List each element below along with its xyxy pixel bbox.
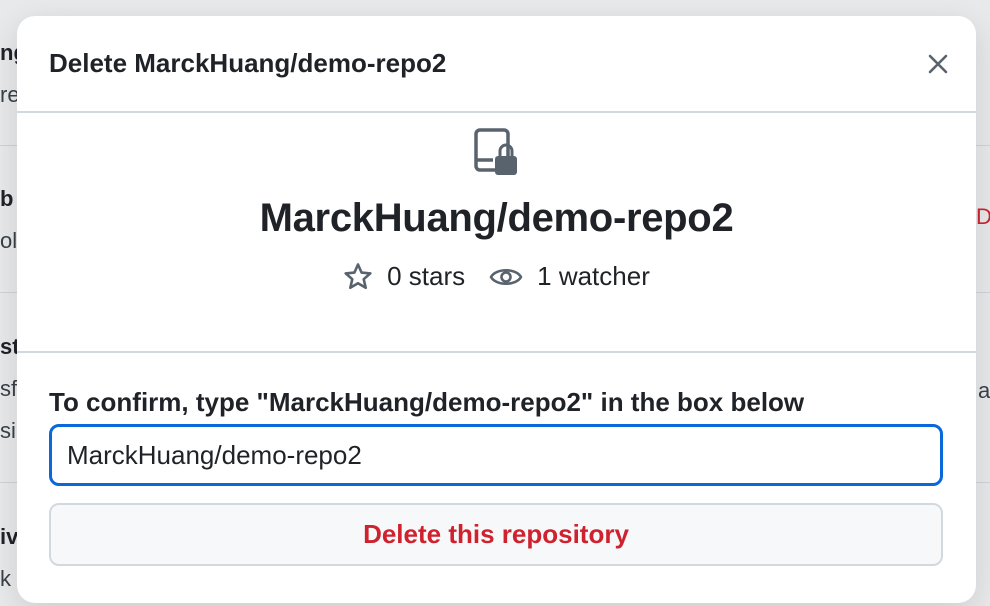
repo-locked-icon <box>473 127 521 184</box>
bg-text: sf <box>0 376 18 401</box>
stars-count: 0 stars <box>387 261 466 291</box>
close-icon <box>928 54 948 73</box>
delete-repository-button[interactable]: Delete this repository <box>49 503 943 566</box>
repo-stats: 0 stars 1 watcher <box>343 261 650 292</box>
confirm-label: To confirm, type "MarckHuang/demo-repo2"… <box>49 387 805 417</box>
delete-repo-dialog: Delete MarckHuang/demo-repo2 MarckHuang/… <box>17 16 976 603</box>
bg-text: b <box>0 186 14 211</box>
dialog-title: Delete MarckHuang/demo-repo2 <box>49 48 447 78</box>
bg-text: ol <box>0 228 18 253</box>
dialog-header: Delete MarckHuang/demo-repo2 <box>17 16 976 113</box>
confirm-section: To confirm, type "MarckHuang/demo-repo2"… <box>17 353 976 566</box>
close-button[interactable] <box>920 46 956 82</box>
confirm-input[interactable] <box>49 424 943 486</box>
eye-icon <box>489 268 523 285</box>
star-icon <box>344 262 372 289</box>
bg-text: iv <box>0 524 19 549</box>
repo-name: MarckHuang/demo-repo2 <box>259 196 734 240</box>
watchers-stat: 1 watcher <box>489 261 650 292</box>
bg-text: Dis <box>976 204 990 229</box>
bg-text: a <box>978 378 990 403</box>
stars-stat: 0 stars <box>343 261 465 292</box>
bg-text: si <box>0 418 16 443</box>
watchers-count: 1 watcher <box>537 261 650 291</box>
repo-summary: MarckHuang/demo-repo2 0 stars 1 watcher <box>17 113 976 353</box>
